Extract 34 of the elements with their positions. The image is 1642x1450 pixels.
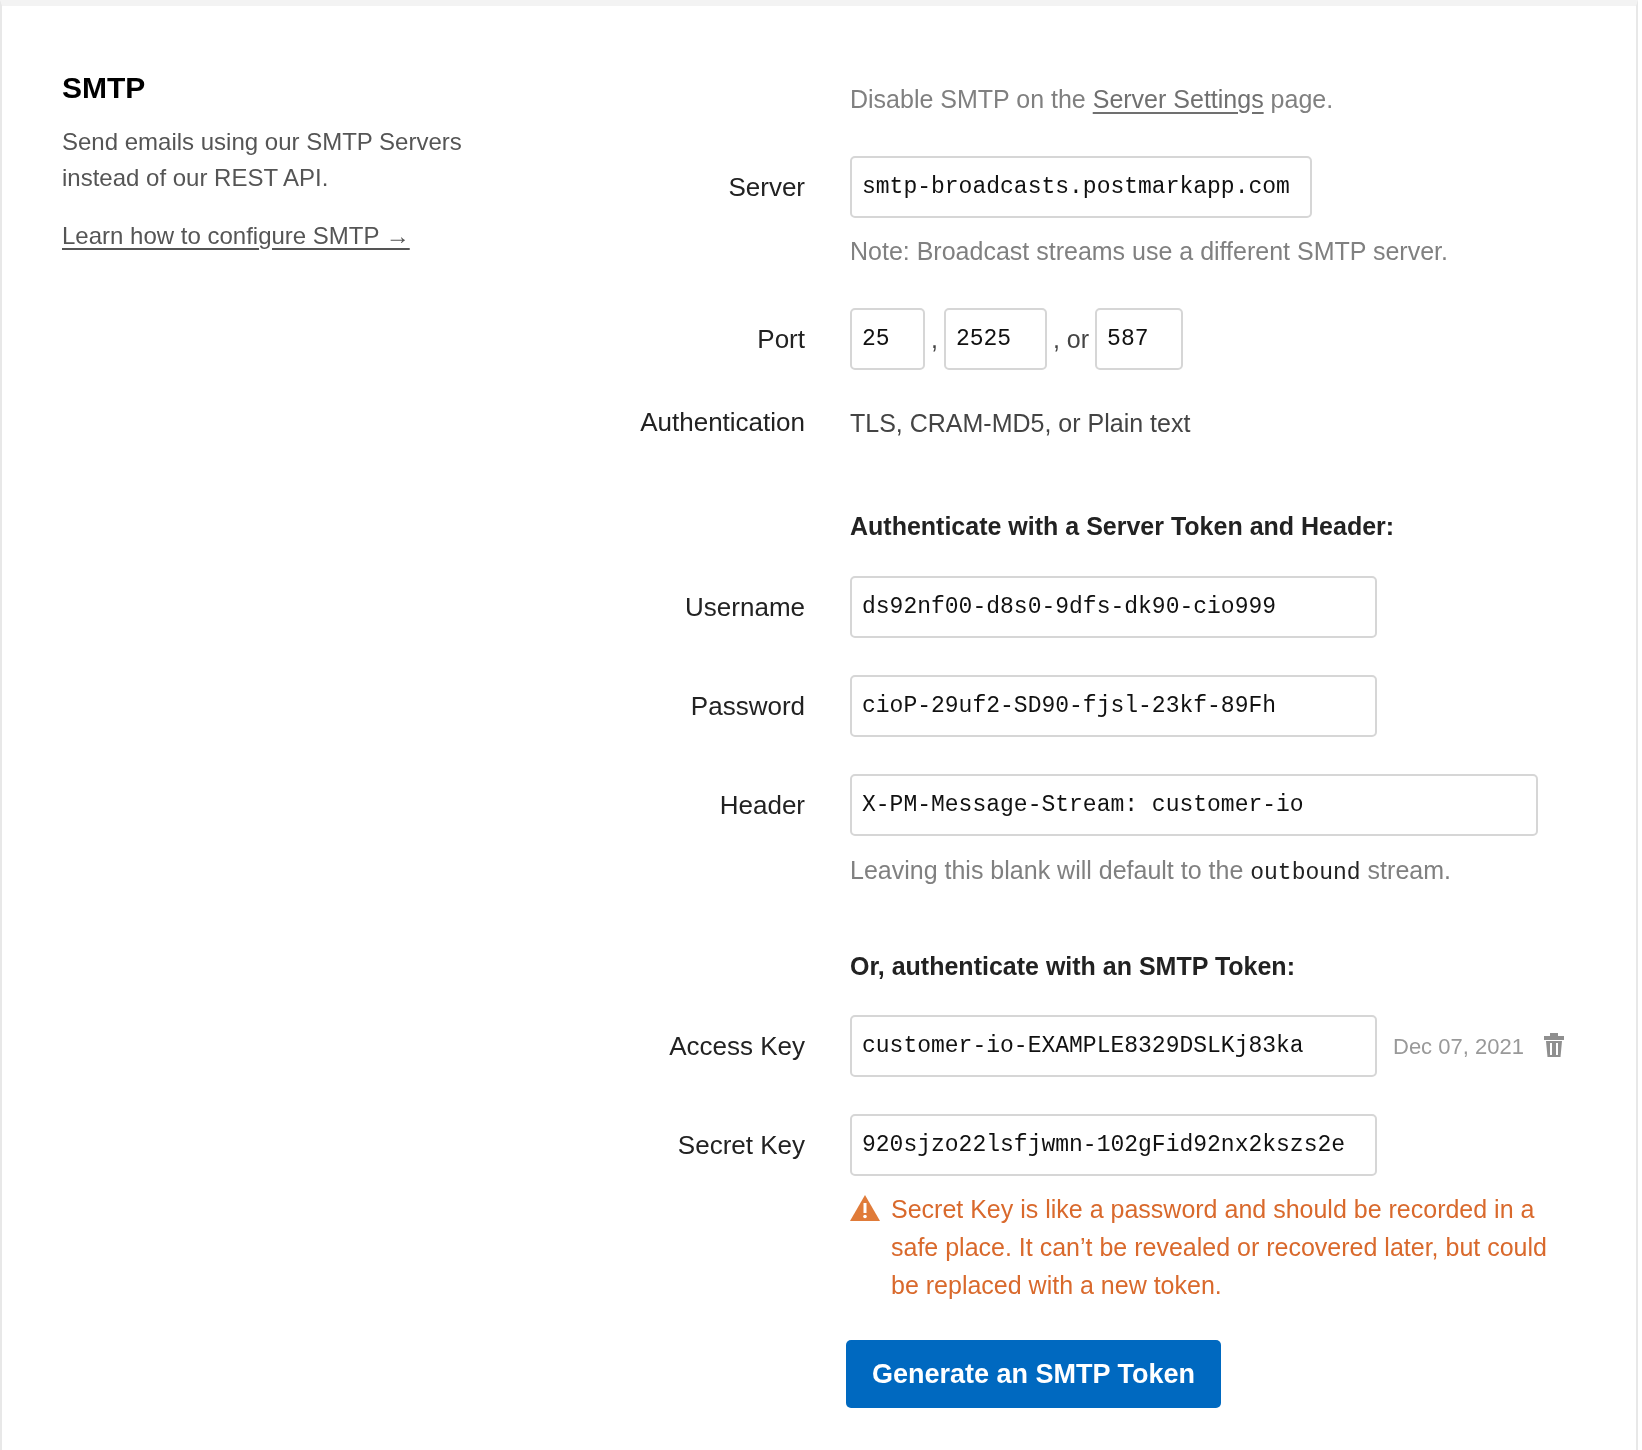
- input-field[interactable]: ds92nf00-d8s0-9dfs-dk90-cio999: [850, 576, 1377, 638]
- generate-token-button[interactable]: Generate an SMTP Token: [846, 1340, 1222, 1408]
- section-description: Send emails using our SMTP Servers instead of our REST API.: [62, 127, 462, 193]
- warning-icon: [850, 1195, 880, 1221]
- input-field[interactable]: 920sjzo22lsfjwmn-102gFid92nx2kszs2e: [850, 1114, 1377, 1176]
- authentication-value: TLS, CRAM-MD5, or Plain text: [850, 407, 1191, 439]
- input-field[interactable]: X-PM-Message-Stream: customer-io: [850, 774, 1538, 836]
- field-note: Leaving this blank will default to the outbound stream.: [850, 856, 1451, 884]
- disable-note: Disable SMTP on the Server Settings page.: [850, 85, 1334, 113]
- port-field[interactable]: 587: [1095, 308, 1184, 370]
- field-label: Secret Key: [676, 1128, 805, 1162]
- input-field[interactable]: customer-io-EXAMPLE8329DSLKj83ka: [850, 1015, 1377, 1077]
- separator-text: , or: [1051, 323, 1091, 355]
- field-label: Authentication: [639, 406, 805, 439]
- section-heading: Authenticate with a Server Token and Header:: [850, 511, 1395, 542]
- server-settings-link[interactable]: Server Settings: [1092, 85, 1264, 113]
- field-note: Note: Broadcast streams use a different SMTP server.: [850, 237, 1448, 265]
- configure-link[interactable]: Learn how to configure SMTP →: [62, 222, 410, 249]
- field-label: Access Key: [668, 1029, 805, 1063]
- field-label: Username: [684, 590, 805, 624]
- field-label: Port: [756, 322, 805, 356]
- section-title: SMTP: [62, 70, 147, 106]
- section-heading: Or, authenticate with an SMTP Token:: [850, 951, 1295, 982]
- field-label: Password: [689, 689, 805, 723]
- input-field[interactable]: smtp-broadcasts.postmarkapp.com: [850, 156, 1312, 218]
- port-field[interactable]: 2525: [943, 308, 1047, 370]
- delete-icon[interactable]: [1543, 1033, 1564, 1057]
- field-label: Server: [727, 170, 805, 204]
- field-label: Header: [718, 788, 805, 822]
- separator-text: ,: [930, 323, 939, 355]
- input-field[interactable]: cioP-29uf2-SD90-fjsl-23kf-89Fh: [850, 675, 1377, 737]
- port-field[interactable]: 25: [850, 308, 925, 370]
- token-date: Dec 07, 2021: [1393, 1032, 1524, 1061]
- warning-message: Secret Key is like a password and should be recorded in a safe place. It can’t be revealed or recovered later, but could be replaced with a new token.: [891, 1194, 1548, 1301]
